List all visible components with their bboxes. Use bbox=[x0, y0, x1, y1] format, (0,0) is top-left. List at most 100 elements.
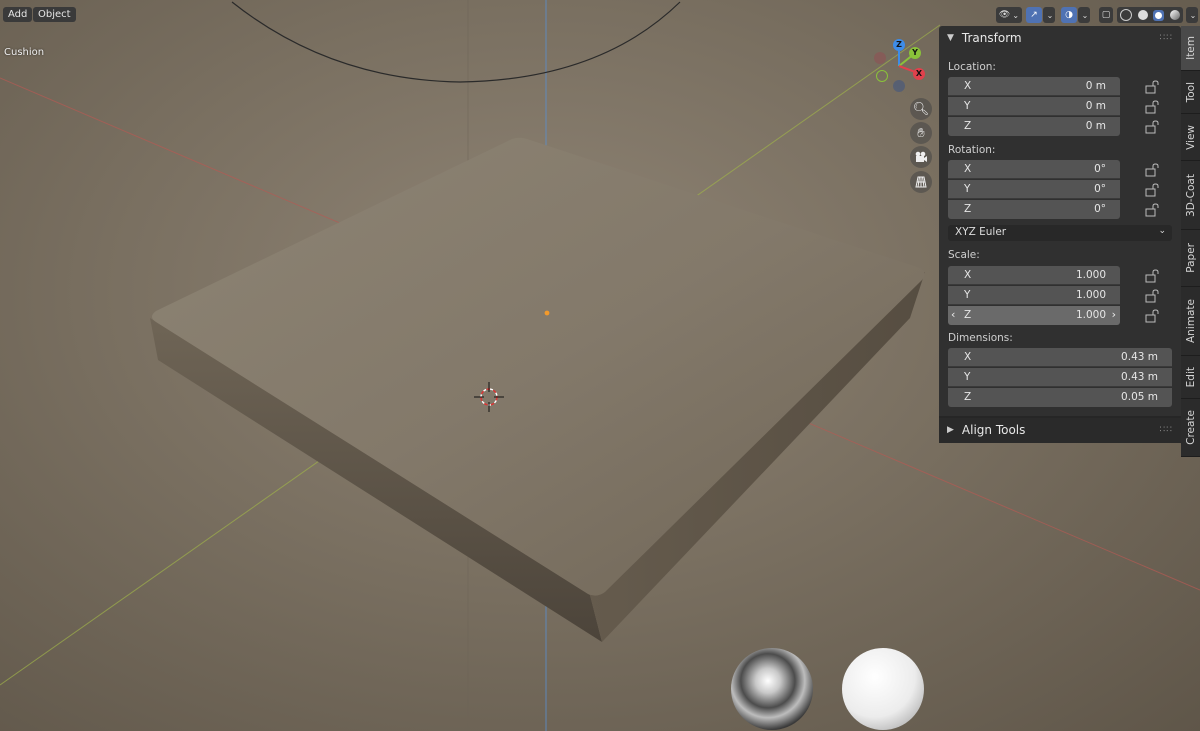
drag-grip-icon[interactable]: ∷∷ bbox=[1160, 33, 1173, 43]
scale-z-field[interactable]: ‹ Z 1.000 › bbox=[948, 306, 1120, 325]
overlays-dropdown[interactable]: ⌄ bbox=[1078, 7, 1090, 23]
drag-grip-icon[interactable]: ∷∷ bbox=[1160, 425, 1173, 435]
scale-y-field[interactable]: Y 1.000 bbox=[948, 286, 1120, 305]
tab-paper[interactable]: Paper bbox=[1181, 230, 1200, 287]
hdri-diffuse-sphere bbox=[842, 648, 924, 730]
tab-item[interactable]: Item bbox=[1181, 26, 1200, 71]
sidebar-n-panel: ▼ Transform ∷∷ Location: X 0 m Y 0 m Z 0… bbox=[939, 26, 1181, 443]
tab-label: Edit bbox=[1184, 366, 1197, 388]
chevron-down-icon: ⌄ bbox=[1158, 226, 1166, 236]
lock-location-y-icon[interactable] bbox=[1144, 100, 1160, 114]
transform-panel-title: Transform bbox=[961, 31, 1022, 45]
lock-rotation-z-icon[interactable] bbox=[1144, 203, 1160, 217]
gizmo-neg-y-axis[interactable] bbox=[876, 70, 888, 82]
object-name-label: Cushion bbox=[4, 47, 45, 58]
camera-icon[interactable] bbox=[910, 146, 932, 168]
cushion-mesh[interactable] bbox=[150, 137, 925, 642]
tab-label: Item bbox=[1184, 36, 1197, 60]
axis-label: Y bbox=[964, 371, 971, 383]
location-y-field[interactable]: Y 0 m bbox=[948, 97, 1120, 116]
axis-label: Z bbox=[964, 309, 972, 321]
rendered-shading-icon[interactable] bbox=[1170, 10, 1181, 20]
gizmo-x-axis[interactable]: X bbox=[913, 68, 925, 80]
tab-create[interactable]: Create bbox=[1181, 399, 1200, 457]
visibility-dropdown[interactable]: 👁︎ ⌄ bbox=[996, 7, 1022, 23]
eye-icon: 👁︎ bbox=[998, 10, 1011, 20]
tab-animate[interactable]: Animate bbox=[1181, 287, 1200, 356]
transform-panel-header[interactable]: ▼ Transform ∷∷ bbox=[939, 27, 1181, 49]
rotation-z-field[interactable]: Z 0° bbox=[948, 200, 1120, 219]
field-value: 0 m bbox=[1085, 120, 1106, 132]
lock-location-x-icon[interactable] bbox=[1144, 80, 1160, 94]
tab-view[interactable]: View bbox=[1181, 114, 1200, 161]
location-z-field[interactable]: Z 0 m bbox=[948, 117, 1120, 136]
shading-mode-group[interactable] bbox=[1117, 7, 1183, 23]
lock-location-z-icon[interactable] bbox=[1144, 120, 1160, 134]
wireframe-shading-icon[interactable] bbox=[1119, 9, 1132, 21]
overlays-icon: ◑ bbox=[1065, 10, 1073, 20]
field-value: 0.43 m bbox=[1121, 371, 1158, 383]
gizmo-arrow-icon: ↗ bbox=[1030, 10, 1038, 20]
rotation-x-field[interactable]: X 0° bbox=[948, 160, 1120, 179]
material-preview-shading-icon[interactable] bbox=[1153, 9, 1165, 21]
field-value: 0° bbox=[1094, 163, 1106, 175]
rotation-mode-value: XYZ Euler bbox=[955, 226, 1007, 238]
hand-pan-icon[interactable]: ✋︎ bbox=[910, 122, 932, 144]
gizmo-z-axis[interactable]: Z bbox=[893, 39, 905, 51]
align-tools-panel-header[interactable]: ▶ Align Tools ∷∷ bbox=[939, 419, 1181, 441]
dimensions-y-field[interactable]: Y 0.43 m bbox=[948, 368, 1172, 387]
lock-rotation-x-icon[interactable] bbox=[1144, 163, 1160, 177]
dimensions-x-field[interactable]: X 0.43 m bbox=[948, 348, 1172, 367]
gizmo-dropdown[interactable]: ⌄ bbox=[1043, 7, 1055, 23]
axis-label: Z bbox=[964, 120, 972, 132]
scale-label: Scale: bbox=[948, 249, 980, 261]
axis-label: Y bbox=[964, 183, 971, 195]
gizmo-toggle[interactable]: ↗ bbox=[1026, 7, 1042, 23]
dimensions-label: Dimensions: bbox=[948, 332, 1013, 344]
add-menu[interactable]: Add bbox=[3, 7, 33, 22]
location-label: Location: bbox=[948, 61, 996, 73]
expanded-triangle-icon: ▼ bbox=[947, 33, 954, 43]
field-value: 0.43 m bbox=[1121, 351, 1158, 363]
tab-label: 3D-Coat bbox=[1184, 173, 1197, 217]
axis-label: Z bbox=[964, 203, 972, 215]
increment-arrow-icon[interactable]: › bbox=[1112, 308, 1116, 321]
solid-shading-icon[interactable] bbox=[1137, 10, 1148, 20]
tab-label: Paper bbox=[1184, 243, 1197, 273]
shading-dropdown[interactable]: ⌄ bbox=[1186, 7, 1198, 23]
xray-toggle[interactable]: ▢ bbox=[1099, 7, 1113, 23]
tab-label: Create bbox=[1184, 410, 1197, 445]
rotation-mode-select[interactable]: XYZ Euler ⌄ bbox=[948, 225, 1172, 241]
rotation-label: Rotation: bbox=[948, 144, 996, 156]
gizmo-neg-z-axis[interactable] bbox=[893, 80, 905, 92]
axis-label: Y bbox=[964, 289, 971, 301]
field-value: 1.000 bbox=[1075, 309, 1106, 321]
object-menu[interactable]: Object bbox=[33, 7, 76, 22]
gizmo-neg-x-axis[interactable] bbox=[874, 52, 886, 64]
xray-icon: ▢ bbox=[1101, 10, 1111, 20]
scale-x-field[interactable]: X 1.000 bbox=[948, 266, 1120, 285]
collapsed-triangle-icon: ▶ bbox=[947, 425, 954, 435]
lock-scale-z-icon[interactable] bbox=[1144, 309, 1160, 323]
dimensions-z-field[interactable]: Z 0.05 m bbox=[948, 388, 1172, 407]
sidebar-tabs: Item Tool View 3D-Coat Paper Animate Edi… bbox=[1181, 26, 1200, 457]
gizmo-y-axis[interactable]: Y bbox=[909, 47, 921, 59]
axis-label: Y bbox=[964, 100, 971, 112]
rotation-y-field[interactable]: Y 0° bbox=[948, 180, 1120, 199]
hdri-chrome-sphere bbox=[731, 648, 813, 730]
tab-tool[interactable]: Tool bbox=[1181, 71, 1200, 114]
tab-label: View bbox=[1184, 124, 1197, 150]
location-x-field[interactable]: X 0 m bbox=[948, 77, 1120, 96]
axis-label: Z bbox=[964, 391, 972, 403]
lock-scale-y-icon[interactable] bbox=[1144, 289, 1160, 303]
grid-ortho-icon[interactable] bbox=[910, 171, 932, 193]
overlays-toggle[interactable]: ◑ bbox=[1061, 7, 1077, 23]
tab-label: Tool bbox=[1184, 81, 1197, 103]
tab-3d-coat[interactable]: 3D-Coat bbox=[1181, 161, 1200, 230]
lock-scale-x-icon[interactable] bbox=[1144, 269, 1160, 283]
decrement-arrow-icon[interactable]: ‹ bbox=[951, 308, 955, 321]
zoom-icon[interactable]: 🔍︎ bbox=[910, 98, 932, 120]
light-outline bbox=[231, 1, 681, 83]
lock-rotation-y-icon[interactable] bbox=[1144, 183, 1160, 197]
tab-edit[interactable]: Edit bbox=[1181, 356, 1200, 399]
